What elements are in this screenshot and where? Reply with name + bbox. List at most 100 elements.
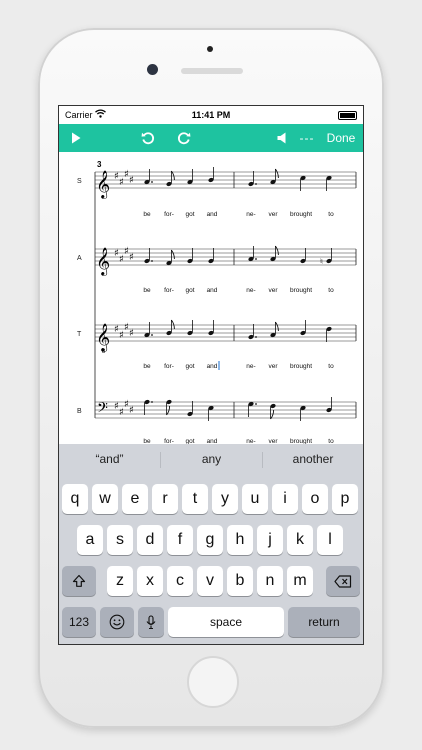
- key-t[interactable]: t: [182, 484, 208, 514]
- key-l[interactable]: l: [317, 525, 343, 555]
- key-sharp: ♯: [129, 405, 134, 416]
- lyric-syllable: and: [207, 211, 218, 218]
- key-sharp: ♯: [129, 328, 134, 339]
- undo-button[interactable]: [137, 124, 159, 152]
- key-c[interactable]: c: [167, 566, 193, 596]
- note-flag: [171, 170, 175, 181]
- key-sharp: ♯: [129, 252, 134, 263]
- note-flag: [275, 245, 279, 256]
- done-button[interactable]: Done: [324, 124, 358, 152]
- note-flag: [171, 319, 175, 330]
- score-toolbar: --- Done: [59, 124, 363, 152]
- key-s[interactable]: s: [107, 525, 133, 555]
- lyric-syllable: ne-: [246, 363, 255, 370]
- lyric-syllable: brought: [290, 363, 312, 370]
- key-z[interactable]: z: [107, 566, 133, 596]
- dictation-key[interactable]: [138, 607, 164, 637]
- play-button[interactable]: [65, 124, 87, 152]
- front-camera: [147, 64, 158, 75]
- earpiece-speaker: [181, 68, 243, 74]
- key-a[interactable]: a: [77, 525, 103, 555]
- emoji-key[interactable]: [100, 607, 134, 637]
- lyric-syllable: got: [185, 363, 194, 370]
- lyric-syllable: be: [143, 211, 151, 218]
- lyric-syllable: got: [185, 211, 194, 218]
- music-score[interactable]: 3S 𝄞 ♯♯♯♯be for-got and ne-ver brought toA 𝄞 ♯♯♯♯…: [59, 152, 363, 444]
- key-u[interactable]: u: [242, 484, 268, 514]
- key-d[interactable]: d: [137, 525, 163, 555]
- ios-keyboard: “and” any another q w e r t y u i o p a …: [59, 444, 363, 644]
- key-k[interactable]: k: [287, 525, 313, 555]
- part-label: T: [77, 331, 82, 338]
- note-dot: [151, 334, 153, 336]
- note-dot: [255, 403, 257, 405]
- key-sharp: ♯: [129, 175, 134, 186]
- key-j[interactable]: j: [257, 525, 283, 555]
- lyric-syllable: ne-: [246, 211, 255, 218]
- volume-button[interactable]: [273, 124, 291, 152]
- note-dot: [255, 258, 257, 260]
- front-sensor: [207, 46, 213, 52]
- key-h[interactable]: h: [227, 525, 253, 555]
- note-dot: [255, 336, 257, 338]
- shift-icon: [72, 574, 86, 587]
- battery-icon: [338, 111, 357, 120]
- suggestion-3[interactable]: another: [263, 444, 363, 474]
- microphone-icon: [146, 614, 156, 629]
- key-i[interactable]: i: [272, 484, 298, 514]
- note-flag: [166, 405, 171, 416]
- key-y[interactable]: y: [212, 484, 238, 514]
- note-dot: [255, 183, 257, 185]
- key-w[interactable]: w: [92, 484, 118, 514]
- key-o[interactable]: o: [302, 484, 328, 514]
- natural-sign: ♮: [320, 257, 323, 266]
- shift-key[interactable]: [62, 566, 96, 596]
- lyric-syllable: ver: [268, 211, 278, 218]
- tempo-placeholder: ---: [299, 131, 315, 145]
- key-v[interactable]: v: [197, 566, 223, 596]
- note-flag: [275, 168, 279, 179]
- key-p[interactable]: p: [332, 484, 358, 514]
- key-g[interactable]: g: [197, 525, 223, 555]
- status-time: 11:41 PM: [191, 110, 231, 120]
- lyric-syllable: brought: [290, 211, 312, 218]
- treble-clef: 𝄞: [96, 323, 110, 352]
- lyric-syllable: ver: [268, 287, 278, 294]
- space-key[interactable]: space: [168, 607, 284, 637]
- lyric-syllable: got: [185, 287, 194, 294]
- key-r[interactable]: r: [152, 484, 178, 514]
- lyric-syllable: for-: [164, 363, 174, 370]
- key-m[interactable]: m: [287, 566, 313, 596]
- key-q[interactable]: q: [62, 484, 88, 514]
- note-dot: [151, 401, 153, 403]
- part-label: A: [77, 255, 82, 262]
- key-b[interactable]: b: [227, 566, 253, 596]
- score-view[interactable]: 3 S 𝄞 ♯ ♯ ♯ ♯ be for-got and ne-ver brought to A 𝄞 ♯ ♯ ♯ ♯…: [59, 152, 363, 444]
- delete-key[interactable]: [326, 566, 360, 596]
- suggestion-2[interactable]: any: [161, 444, 262, 474]
- key-f[interactable]: f: [167, 525, 193, 555]
- key-x[interactable]: x: [137, 566, 163, 596]
- redo-button[interactable]: [173, 124, 195, 152]
- speaker-icon: [277, 132, 286, 144]
- treble-clef: 𝄞: [96, 170, 110, 199]
- home-button[interactable]: [187, 656, 239, 708]
- numbers-key[interactable]: 123: [62, 607, 96, 637]
- lyric-syllable: ver: [268, 363, 278, 370]
- part-label: B: [77, 408, 82, 415]
- return-key[interactable]: return: [288, 607, 360, 637]
- key-e[interactable]: e: [122, 484, 148, 514]
- emoji-icon: [109, 614, 125, 630]
- note-dot: [151, 260, 153, 262]
- app-screen: Carrier 11:41 PM --- Done 3 S 𝄞 ♯ ♯ ♯ ♯ …: [58, 105, 364, 645]
- lyric-syllable: be: [143, 363, 151, 370]
- note-flag: [275, 321, 279, 332]
- lyric-syllable: to: [328, 211, 334, 218]
- lyric-syllable: for-: [164, 211, 174, 218]
- note-flag: [171, 249, 175, 260]
- key-n[interactable]: n: [257, 566, 283, 596]
- lyric-syllable: and: [207, 363, 218, 370]
- suggestion-1[interactable]: “and”: [59, 444, 160, 474]
- status-bar: Carrier 11:41 PM: [59, 106, 363, 124]
- lyric-syllable: to: [328, 287, 334, 294]
